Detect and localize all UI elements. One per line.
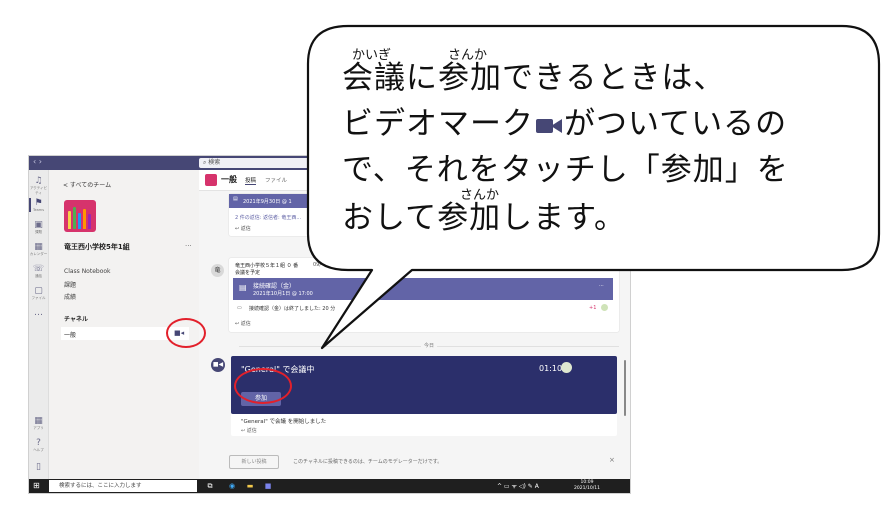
video-icon: ▭	[237, 305, 242, 311]
windows-start-icon[interactable]: ⊞	[33, 481, 43, 491]
taskbar-search[interactable]: 検索するには、ここに入力します	[49, 480, 197, 492]
meeting-avatar: ■◀	[211, 358, 225, 372]
rail-activity[interactable]: ♫ アクティビティ	[29, 176, 48, 196]
tab-files[interactable]: ファイル	[265, 176, 287, 184]
author-avatar: 竜	[211, 264, 224, 277]
post-subject: 会議を予定	[235, 270, 261, 276]
more-icon: …	[34, 308, 43, 318]
calendar-icon: ▤	[239, 283, 247, 292]
channel-title: 一般	[221, 175, 237, 184]
grades-link[interactable]: 成績	[64, 292, 76, 301]
apps-icon: ▦	[34, 416, 43, 426]
tab-posts[interactable]: 投稿	[245, 176, 257, 185]
bubble-line-2: ビデオマーク がついているの	[342, 106, 788, 142]
class-notebook-link[interactable]: Class Notebook	[64, 268, 111, 275]
bubble-line-1: 会議に参加できるときは、	[342, 60, 726, 96]
highlight-circle-video-icon	[166, 318, 206, 348]
replies-link[interactable]: 2 件の返信: 返信者: 竜王西...	[235, 214, 301, 221]
date-divider: 今日	[239, 342, 619, 349]
help-icon: ?	[36, 438, 41, 448]
reply-link[interactable]: ↩ 返信	[241, 427, 257, 434]
new-post-button[interactable]: 新しい投稿	[229, 455, 279, 469]
assignments-icon: ▣	[34, 220, 43, 230]
meeting-band: ▤ 接続確認（金） 2021年10月1日 @ 17:00 ···	[233, 278, 613, 300]
video-icon	[536, 116, 562, 136]
channel-avatar	[205, 174, 217, 186]
calendar-icon: ▦	[34, 242, 43, 252]
meeting-ended-text: 接続確認（金）は終了しました: 20 分	[249, 306, 336, 312]
calendar-icon: ▤	[233, 196, 238, 202]
rail-calendar[interactable]: ▦ カレンダー	[29, 242, 48, 257]
clock[interactable]: 10:09 2021/10/11	[574, 480, 600, 492]
rail-calls[interactable]: ☏ 通話	[29, 264, 48, 279]
reply-link[interactable]: ↩ 返信	[235, 320, 251, 327]
search-icon: ⌕	[203, 159, 207, 166]
files-icon: ▢	[34, 286, 43, 296]
teams-icon: ⚑	[34, 198, 43, 208]
participants-badge: +1	[589, 305, 597, 311]
rail-assignments[interactable]: ▣ 課題	[29, 220, 48, 235]
app-rail: ♫ アクティビティ ⚑ Teams ▣ 課題 ▦ カレンダー ☏ 通話 ▢ ファ…	[29, 170, 49, 479]
team-avatar	[64, 200, 96, 232]
rail-device[interactable]: ▯	[29, 462, 48, 472]
assignments-link[interactable]: 課題	[64, 280, 76, 289]
task-view-icon[interactable]: ⧉	[205, 481, 215, 491]
search-placeholder: 検索	[208, 159, 221, 166]
moderation-notice: このチャネルに投稿できるのは、チームのモデレーターだけです。	[293, 459, 443, 465]
taskbar-search-text: 検索するには、ここに入力します	[59, 483, 142, 489]
scrollbar[interactable]	[624, 360, 626, 416]
calls-icon: ☏	[32, 264, 45, 274]
all-teams-link[interactable]: < すべてのチーム	[63, 180, 111, 189]
rail-apps[interactable]: ▦ アプリ	[29, 416, 48, 431]
meeting-band: ▤ 2021年9月30日 @ 1	[229, 194, 329, 208]
meeting-started-text: "General" で会議 を開始しました	[241, 419, 327, 425]
explorer-icon[interactable]: ▬	[245, 481, 255, 491]
highlight-circle-join-button	[234, 368, 292, 404]
participant-avatar	[601, 304, 608, 311]
channels-heading: チャネル	[64, 316, 88, 323]
rail-more[interactable]: …	[29, 308, 48, 318]
meeting-footer: "General" で会議 を開始しました ↩ 返信	[231, 414, 617, 436]
post-author: 竜王西小学校５年１組 ０ 番	[235, 263, 299, 269]
close-icon[interactable]: ×	[609, 456, 615, 464]
team-name: 竜王西小学校5年1組	[64, 243, 130, 251]
rail-teams[interactable]: ⚑ Teams	[29, 198, 48, 213]
reply-link[interactable]: ↩ 返信	[235, 225, 251, 232]
post-time: 09/	[313, 262, 322, 268]
bell-icon: ♫	[34, 176, 43, 186]
history-nav[interactable]: ‹ ›	[33, 157, 42, 166]
more-button[interactable]: ···	[599, 283, 604, 289]
system-tray[interactable]: ^ ▭ ᯤ ◁) ✎ A	[497, 482, 539, 490]
participant-avatar	[561, 362, 572, 373]
rail-files[interactable]: ▢ ファイル	[29, 286, 48, 301]
edge-icon[interactable]: ◉	[227, 481, 237, 491]
rail-help[interactable]: ? ヘルプ	[29, 438, 48, 453]
bubble-line-3: で、それをタッチし「参加」を	[342, 152, 789, 188]
team-more-button[interactable]: ···	[185, 242, 192, 250]
bubble-line-4: おして参加します。	[342, 200, 626, 236]
channel-label: 一般	[64, 332, 77, 339]
compose-bar: 新しい投稿 このチャネルに投稿できるのは、チームのモデレーターだけです。 ×	[229, 453, 619, 469]
meeting-duration: 01:10	[539, 364, 563, 373]
post-card: 竜王西小学校５年１組 ０ 番 09/ 会議を予定 ▤ 接続確認（金） 2021年…	[229, 258, 619, 332]
device-icon: ▯	[36, 462, 41, 472]
windows-taskbar: ⊞ 検索するには、ここに入力します ⧉ ◉ ▬ ■ ^ ▭ ᯤ ◁) ✎ A 1…	[29, 479, 630, 493]
teams-taskbar-icon[interactable]: ■	[263, 481, 273, 491]
